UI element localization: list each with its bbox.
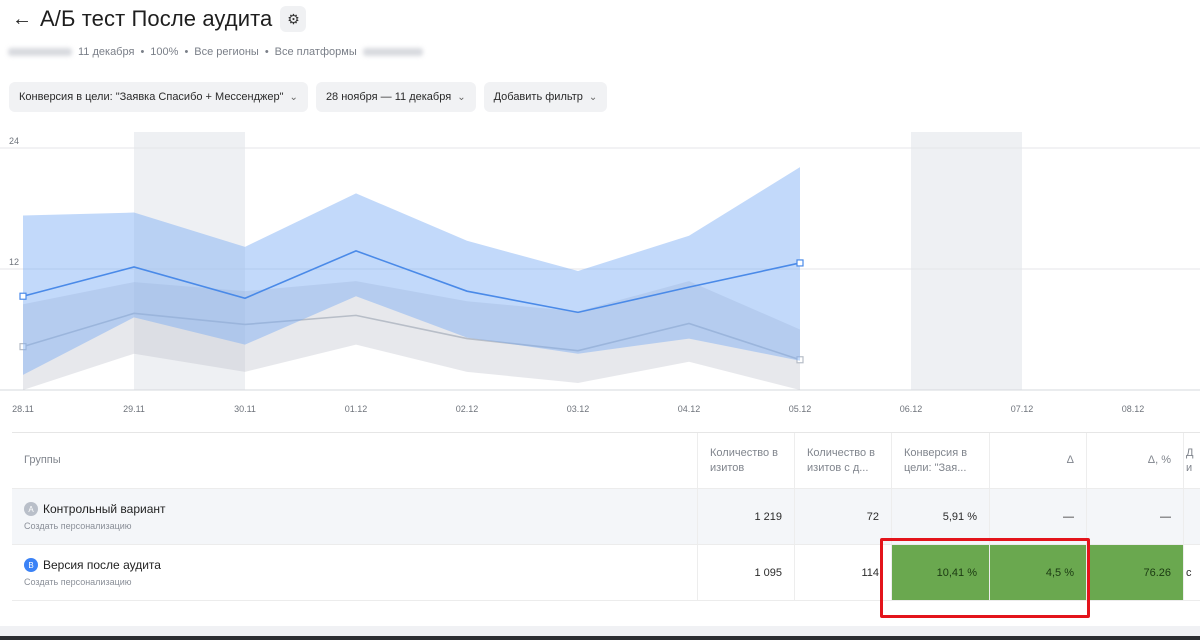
meta-separator: • [264,46,269,58]
blurred-text [8,48,72,56]
meta-platforms: Все платформы [274,46,357,58]
gear-icon: ⚙ [287,10,300,27]
x-tick-label: 30.11 [234,404,256,414]
y-tick-label: 12 [9,257,19,267]
create-personalization-link[interactable]: Создать персонализацию [24,521,132,531]
conversion-cell: 5,91 % [892,489,990,544]
header-conversion[interactable]: Конверсия в цели: "Зая... [892,433,990,488]
group-cell: A Контрольный вариант Создать персонализ… [12,489,698,544]
group-name: B Версия после аудита [24,558,161,572]
meta-regions: Все регионы [194,46,259,58]
data-point [796,259,804,267]
x-tick-label: 05.12 [789,404,812,414]
page-header: ← А/Б тест После аудита ⚙ [12,4,307,34]
add-filter-chip[interactable]: Добавить фильтр ⌄ [483,82,608,112]
table-header-row: Группы Количество в изитов Количество в … [12,433,1200,489]
x-tick-label: 29.11 [123,404,145,414]
header-label: Конверсия в цели: "Зая... [904,446,968,474]
x-tick-label: 03.12 [567,404,590,414]
visits-cell: 1 095 [698,545,795,600]
variant-badge-a: A [24,502,38,516]
chevron-down-icon: ⌄ [588,91,598,103]
extra-cell: c [1186,566,1192,579]
chip-label: Конверсия в цели: "Заявка Спасибо + Месс… [19,91,284,103]
highlight-annotation-box [880,538,1090,618]
back-arrow-icon[interactable]: ← [12,8,34,31]
meta-date: 11 декабря [78,46,135,58]
group-cell: B Версия после аудита Создать персонализ… [12,545,698,600]
weekend-band [911,132,1022,390]
experiment-meta: 11 декабря • 100% • Все регионы • Все пл… [8,46,423,58]
meta-separator: • [184,46,189,58]
data-point [19,292,27,300]
group-label: Версия после аудита [43,558,161,572]
filter-bar: Конверсия в цели: "Заявка Спасибо + Месс… [9,82,608,112]
goal-filter-chip[interactable]: Конверсия в цели: "Заявка Спасибо + Месс… [9,82,308,112]
x-tick-label: 01.12 [345,404,368,414]
header-label: Количество в изитов с д... [807,446,875,474]
settings-button[interactable]: ⚙ [280,6,307,32]
delta-pct-cell: — [1087,489,1184,544]
group-name: A Контрольный вариант [24,502,166,516]
x-tick-label: 07.12 [1011,404,1034,414]
header-delta[interactable]: Δ [990,433,1087,488]
table-row[interactable]: A Контрольный вариант Создать персонализ… [12,489,1200,545]
chevron-down-icon: ⌄ [457,91,466,103]
extra-cell [1184,489,1200,544]
header-label: Δ, % [1147,454,1171,466]
date-range-chip[interactable]: 28 ноября — 11 декабря ⌄ [315,82,476,112]
header-visits[interactable]: Количество в изитов [698,433,795,488]
x-tick-label: 06.12 [900,404,923,414]
header-groups: Группы [12,433,698,488]
header-visits-goal[interactable]: Количество в изитов с д... [795,433,892,488]
x-tick-label: 02.12 [456,404,479,414]
chip-label: 28 ноября — 11 декабря [325,91,452,103]
visits-cell: 1 219 [698,489,795,544]
variant-badge-b: B [24,558,38,572]
blurred-text [362,48,423,56]
bottom-edge [0,636,1200,640]
chip-label: Добавить фильтр [493,91,583,103]
group-label: Контрольный вариант [43,502,166,516]
header-label: Группы [24,454,61,466]
chevron-down-icon: ⌄ [289,91,298,103]
x-tick-label: 08.12 [1122,404,1145,414]
page-title: А/Б тест После аудита [40,6,273,31]
conversion-chart: 12 24 28.11 29.11 30.11 01.12 02.12 03.12 04.12 0… [0,132,1200,414]
delta-pct-cell: 76.26 [1087,545,1184,600]
delta-cell: — [990,489,1087,544]
header-label: Д и [1186,446,1194,474]
meta-separator: • [140,46,145,58]
x-tick-label: 28.11 [12,404,34,414]
meta-percent: 100% [150,46,179,58]
header-delta-pct[interactable]: Δ, % [1087,433,1184,488]
header-label: Δ [1066,454,1074,466]
y-tick-label: 24 [9,136,19,146]
create-personalization-link[interactable]: Создать персонализацию [24,577,132,587]
visits-goal-cell: 114 [795,545,892,600]
header-extra: Д и [1184,433,1200,488]
header-label: Количество в изитов [710,446,778,474]
visits-goal-cell: 72 [795,489,892,544]
x-tick-label: 04.12 [678,404,701,414]
